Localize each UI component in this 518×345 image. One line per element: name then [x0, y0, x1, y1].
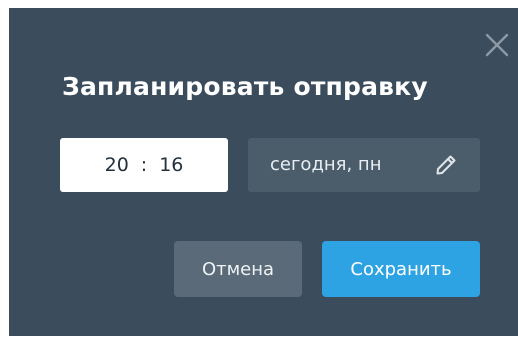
date-picker[interactable]: сегодня, пн	[248, 138, 480, 192]
dialog-title: Запланировать отправку	[62, 72, 428, 101]
close-icon	[485, 33, 509, 57]
close-button[interactable]	[484, 32, 510, 58]
time-hours[interactable]: 20	[105, 154, 129, 176]
save-button[interactable]: Сохранить	[322, 241, 480, 297]
time-separator: :	[140, 154, 148, 176]
page: Запланировать отправку 20 : 16 сегодня, …	[0, 0, 518, 345]
pencil-icon	[436, 155, 456, 175]
schedule-send-dialog: Запланировать отправку 20 : 16 сегодня, …	[9, 8, 518, 336]
time-input[interactable]: 20 : 16	[60, 138, 228, 192]
time-minutes[interactable]: 16	[159, 154, 183, 176]
date-label: сегодня, пн	[270, 154, 382, 175]
cancel-button[interactable]: Отмена	[174, 241, 302, 297]
